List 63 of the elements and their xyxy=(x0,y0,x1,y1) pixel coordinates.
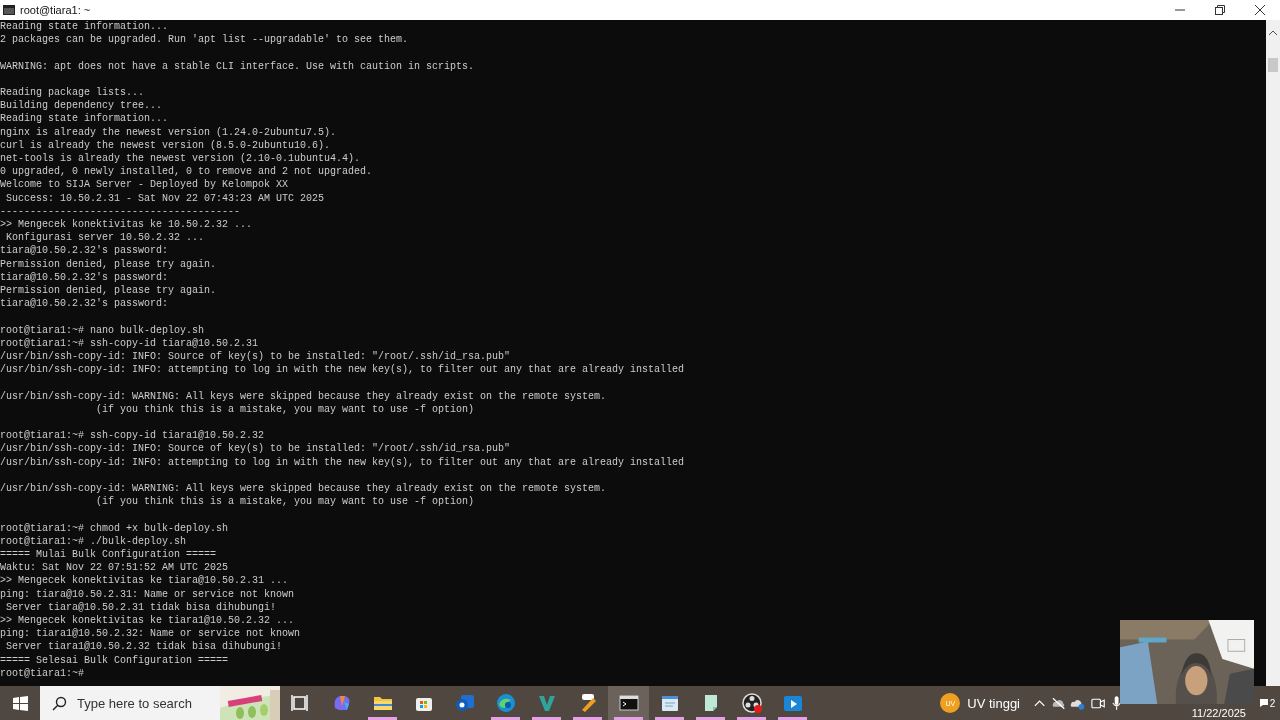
terminal-line: /usr/bin/ssh-copy-id: WARNING: All keys were skipped because they already exist on the remote system. xyxy=(0,482,607,496)
terminal-line: 2 packages can be upgraded. Run 'apt list --upgradable' to see them. xyxy=(0,33,409,47)
close-icon xyxy=(1255,5,1265,15)
terminal-line: WARNING: apt does not have a stable CLI interface. Use with caution in scripts. xyxy=(0,59,475,73)
terminal-line: /usr/bin/ssh-copy-id: INFO: Source of key(s) to be installed: "/root/.ssh/id_rsa.pub" xyxy=(0,350,511,364)
scrollbar-thumb[interactable] xyxy=(1268,58,1278,72)
terminal-line: Waktu: Sat Nov 22 07:51:52 AM UTC 2025 xyxy=(0,561,229,575)
recorder-icon xyxy=(740,692,763,714)
browser-icon xyxy=(494,692,517,714)
terminal-line: /usr/bin/ssh-copy-id: INFO: Source of key(s) to be installed: "/root/.ssh/id_rsa.pub" xyxy=(0,442,511,456)
terminal-line: Permission denied, please try again. xyxy=(0,257,217,271)
terminal-line: ping: tiara@10.50.2.31: Name or service not known xyxy=(0,587,295,601)
windows-logo-icon xyxy=(12,695,28,711)
terminal-line: Konfigurasi server 10.50.2.32 ... xyxy=(5,231,205,245)
terminal-line: Building dependency tree... xyxy=(0,99,163,113)
clock-date[interactable]: 11/22/2025 xyxy=(1191,707,1246,719)
terminal-line: Server tiara@10.50.2.31 tidak bisa dihubungi! xyxy=(5,600,277,615)
terminal-line: root@tiara1:~# ssh-copy-id tiara@10.50.2.31 xyxy=(0,336,259,351)
terminal-line: Success: 10.50.2.31 - Sat Nov 22 07:43:23 AM UTC 2025 xyxy=(5,191,325,205)
terminal-icon xyxy=(3,5,15,15)
terminal-line: root@tiara1:~# xyxy=(0,666,84,681)
terminal-line: curl is already the newest version (8.5.0-2ubuntu10.6). xyxy=(0,138,331,152)
window-title: root@tiara1: ~ xyxy=(20,4,92,16)
terminal-line: root@tiara1:~# ssh-copy-id tiara1@10.50.2.32 xyxy=(0,429,265,443)
cloud-off-icon[interactable] xyxy=(1051,695,1067,711)
search-icon xyxy=(52,695,67,711)
notification-button[interactable]: 2 xyxy=(1254,686,1280,720)
terminal-line: Reading package lists... xyxy=(0,86,145,100)
terminal-line: ---------------------------------------- xyxy=(0,204,241,218)
terminal-line: tiara@10.50.2.32's password: xyxy=(0,297,169,311)
search-bar[interactable]: Type here to search xyxy=(40,686,280,720)
terminal-line: Reading state information... xyxy=(0,20,169,34)
terminal-line: /usr/bin/ssh-copy-id: INFO: attempting to log in with the new key(s), to filter out any that are already installed xyxy=(0,363,685,377)
weather-label: UV tinggi xyxy=(967,695,1020,711)
terminal-line: root@tiara1:~# nano bulk-deploy.sh xyxy=(0,323,205,337)
taskbar-app-button[interactable] xyxy=(608,686,649,720)
terminal-line: (if you think this is a mistake, you may want to use -f option) xyxy=(95,495,475,509)
restore-icon xyxy=(1215,5,1225,15)
search-field[interactable]: Type here to search xyxy=(75,694,219,712)
terminal-line: /usr/bin/ssh-copy-id: WARNING: All keys were skipped because they already exist on the remote system. xyxy=(0,389,607,403)
terminal-line: ===== Mulai Bulk Configuration ===== xyxy=(0,548,217,562)
terminal-line: >> Mengecek konektivitas ke tiara1@10.50.2.32 ... xyxy=(0,614,295,628)
terminal-line: tiara@10.50.2.32's password: xyxy=(0,270,169,285)
terminal-line: ===== Selesai Bulk Configuration ===== xyxy=(0,653,229,667)
terminal-line: Welcome to SIJA Server - Deployed by Kelompok XX xyxy=(0,178,289,192)
terminal-line: ping: tiara1@10.50.2.32: Name or service not known xyxy=(0,627,301,641)
chat-bubble-icon xyxy=(1258,698,1269,708)
terminal-line: Permission denied, please try again. xyxy=(0,284,217,298)
terminal-line: tiara@10.50.2.32's password: xyxy=(0,244,169,258)
terminal-line: /usr/bin/ssh-copy-id: INFO: attempting to log in with the new key(s), to filter out any that are already installed xyxy=(0,455,685,469)
terminal-line: >> Mengecek konektivitas ke tiara@10.50.2.31 ... xyxy=(0,574,289,588)
terminal-line: 0 upgraded, 0 newly installed, 0 to remove and 2 not upgraded. xyxy=(0,165,373,179)
terminal-line: net-tools is already the newest version (2.10-0.1ubuntu4.4). xyxy=(0,152,361,166)
terminal-line: nginx is already the newest version (1.24.0-2ubuntu7.5). xyxy=(0,125,337,139)
mail-app-icon xyxy=(453,692,476,714)
scroll-up-icon[interactable] xyxy=(1269,30,1277,36)
terminal-line: Server tiara1@10.50.2.32 tidak bisa dihubungi! xyxy=(5,640,283,654)
terminal-line: root@tiara1:~# ./bulk-deploy.sh xyxy=(0,534,187,548)
terminal-line: root@tiara1:~# chmod +x bulk-deploy.sh xyxy=(0,521,229,535)
terminal-line: >> Mengecek konektivitas ke 10.50.2.32 ... xyxy=(0,218,253,232)
terminal-icon xyxy=(617,692,640,714)
terminal-line: (if you think this is a mistake, you may want to use -f option) xyxy=(95,402,475,417)
terminal-line: Reading state information... xyxy=(0,112,169,126)
